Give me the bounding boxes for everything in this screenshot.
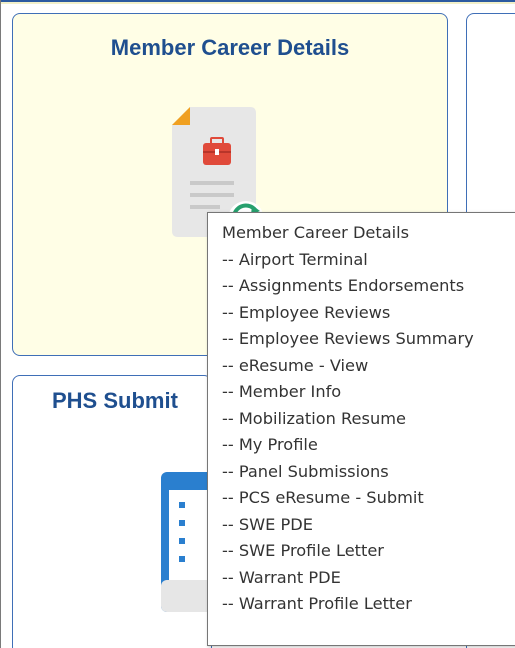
document-line-3 [190,205,220,209]
top-link-underline [1,0,515,2]
tooltip-item: -- Panel Submissions [222,461,389,481]
tooltip-item: -- Airport Terminal [222,249,368,269]
tooltip-item: -- Assignments Endorsements [222,276,465,295]
tile-tooltip: Member Career Details -- Airport Termina… [207,212,515,646]
tooltip-item: -- Warrant PDE [222,567,341,587]
calendar-cell [179,502,185,508]
tile-title: Member Career Details [110,35,350,60]
tooltip-item: -- My Profile [222,435,318,454]
document-line-2 [190,193,234,197]
document-line-1 [190,181,234,185]
calendar-cell [179,520,185,526]
document-corner [172,107,190,125]
calendar-cell [179,538,185,544]
tooltip-item: -- Employee Reviews Summary [222,329,474,348]
calendar-icon [161,472,211,612]
tooltip-item: -- Warrant Profile Letter [222,594,412,613]
tooltip-heading: Member Career Details [222,223,410,242]
tile-title: PHS Submit [52,388,178,413]
tooltip-item: -- eResume - View [222,355,369,375]
tooltip-item: -- SWE PDE [222,514,313,534]
tooltip-item: -- Member Info [222,382,342,401]
tooltip-item: -- SWE Profile Letter [222,541,384,560]
tooltip-item: -- PCS eResume - Submit [222,488,424,507]
briefcase-clasp [215,149,219,155]
calendar-base [161,580,211,612]
tooltip-item: -- Employee Reviews [222,302,391,322]
calendar-cell [179,556,185,562]
tooltip-item: -- Mobilization Resume [222,408,406,428]
homepage-tiles: Member Career Details PHS Submit Member … [0,0,515,648]
tile-phs-submit[interactable]: PHS Submit [12,375,212,648]
